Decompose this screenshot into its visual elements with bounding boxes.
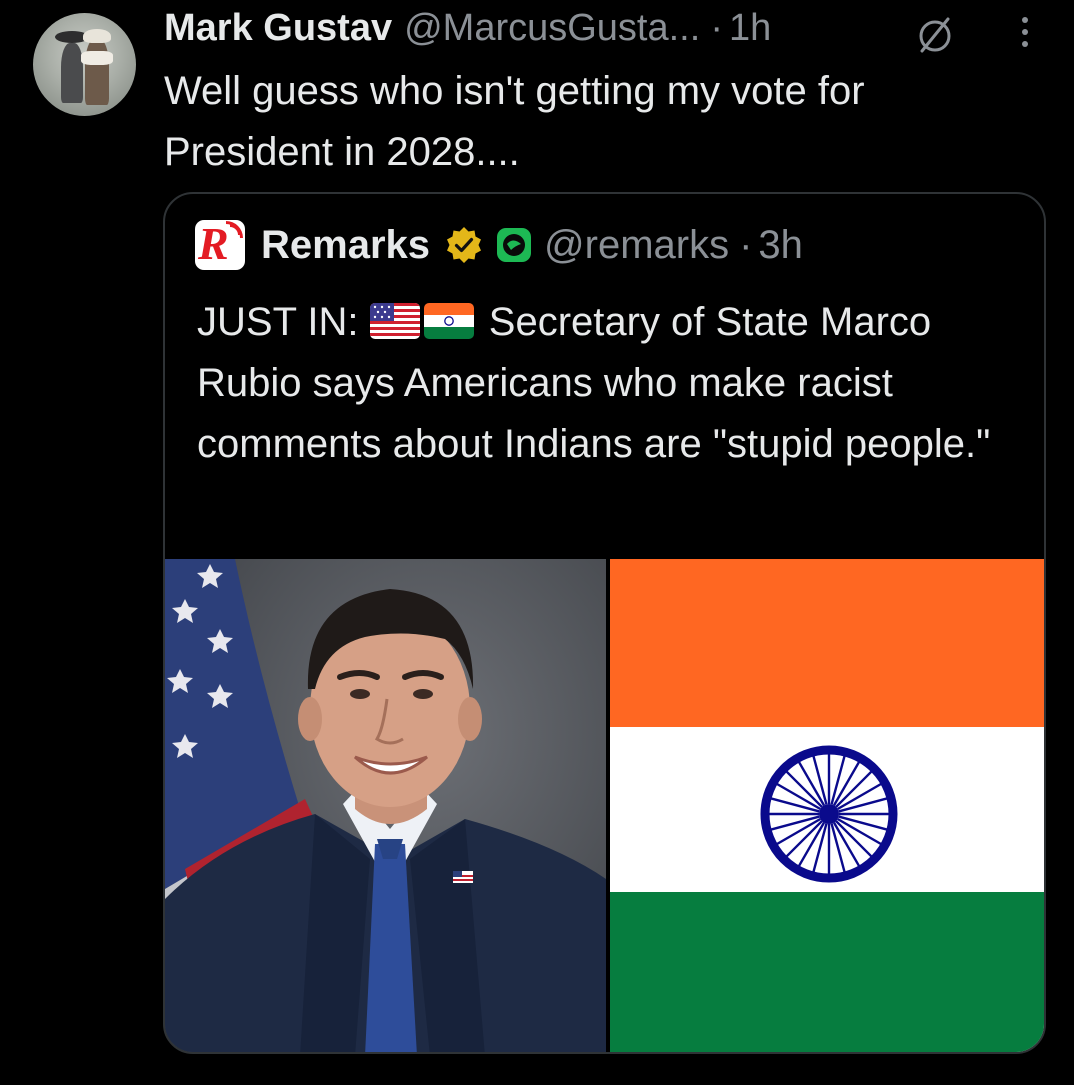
media-photo-portrait[interactable] (165, 559, 606, 1052)
avatar[interactable] (33, 13, 136, 116)
quoted-tweet[interactable]: R Remarks @remarks · 3h JUST IN: Secreta… (163, 192, 1046, 1054)
remarks-logo-letter: R (198, 220, 229, 269)
quoted-tweet-header: R Remarks @remarks · 3h (195, 220, 803, 270)
avatar-collar (81, 51, 113, 65)
chakra-spoke (785, 820, 823, 858)
tweet[interactable]: Mark Gustav @MarcusGusta... · 1h Well gu… (0, 0, 1074, 1085)
author-handle[interactable]: @MarcusGusta... (404, 5, 700, 51)
verified-badge-icon (447, 227, 482, 263)
portrait-illustration (165, 559, 606, 1052)
ashoka-chakra-icon (760, 745, 898, 883)
tweet-timestamp[interactable]: 1h (729, 5, 771, 51)
affiliate-badge-icon (497, 228, 532, 262)
quoted-separator: · (739, 222, 753, 267)
tweet-header: Mark Gustav @MarcusGusta... · 1h (164, 5, 771, 51)
logo-signal-outer (226, 221, 243, 238)
chakra-spoke (835, 770, 873, 808)
media-indian-flag[interactable] (610, 559, 1044, 1052)
chakra-spoke (785, 770, 823, 808)
quoted-timestamp[interactable]: 3h (758, 223, 803, 268)
avatar-figure-left (61, 43, 83, 103)
avatar-figure-right (85, 39, 109, 105)
header-separator: · (710, 7, 723, 49)
avatar-bonnet (83, 29, 111, 43)
quoted-tweet-text: JUST IN: Secretary of State Marco Rubio … (197, 292, 1027, 475)
quoted-handle[interactable]: @remarks (544, 223, 729, 268)
chakra-spoke (835, 820, 873, 858)
india-flag-emoji (423, 303, 474, 339)
remarks-logo-avatar[interactable]: R (195, 220, 245, 270)
more-vertical-icon[interactable] (1013, 12, 1037, 52)
author-display-name[interactable]: Mark Gustav (164, 5, 392, 51)
us-flag-emoji (369, 303, 420, 339)
flag-green-band (610, 892, 1044, 1052)
quoted-display-name[interactable]: Remarks (261, 223, 430, 268)
mute-icon[interactable] (913, 14, 957, 54)
flag-saffron-band (610, 559, 1044, 727)
quoted-text-lead: JUST IN: (197, 300, 359, 344)
tweet-text: Well guess who isn't getting my vote for… (164, 69, 876, 174)
